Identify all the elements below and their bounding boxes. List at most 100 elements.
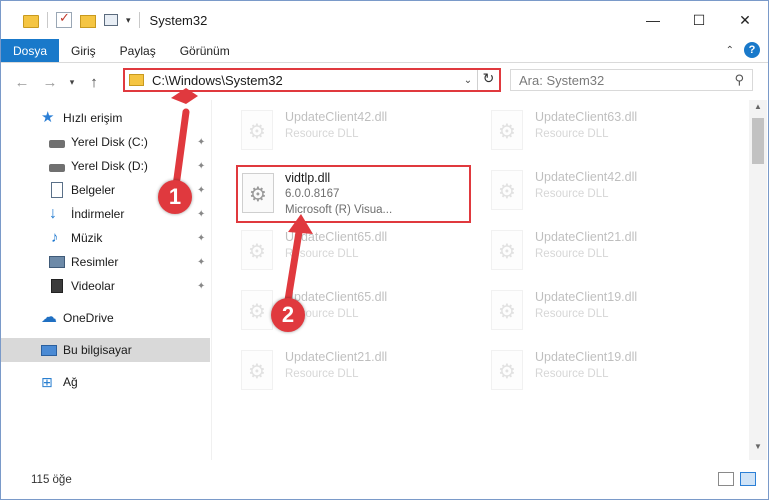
help-icon[interactable]: ? [744,42,760,58]
new-folder-icon[interactable] [80,14,96,28]
scrollbar-thumb[interactable] [752,118,764,164]
window-title: System32 [149,12,208,28]
status-bar: 115 öğe [1,461,768,499]
toolbar-divider [47,12,48,28]
forward-button[interactable]: → [39,74,61,91]
vertical-scrollbar[interactable]: ▲ ▼ [749,100,767,460]
customize-toolbar-dropdown[interactable]: ▾ [126,15,131,26]
sidebar-item-label: Müzik [71,231,103,245]
explorer-window: ▾ System32 — ☐ ✕ Dosya Giriş Paylaş Görü… [0,0,769,500]
pin-icon[interactable]: ✦ [197,209,205,220]
pin-icon[interactable]: ✦ [197,233,205,244]
sidebar-item-label: Yerel Disk (C:) [71,135,148,149]
sidebar-item-label: Hızlı erişim [63,111,123,125]
properties-icon[interactable] [104,14,118,26]
highlighted-file-vidtlp[interactable]: vidtlp.dll 6.0.0.8167 Microsoft (R) Visu… [236,165,471,223]
file-tile[interactable]: UpdateClient65.dll Resource DLL [233,282,473,336]
file-tile[interactable]: UpdateClient21.dll Resource DLL [233,342,473,396]
ribbon-controls: ⌃ ? [726,42,760,58]
navigation-bar: ← → ▾ ↑ C:\Windows\System32 ⌄ ↻ Ara: Sys… [1,64,768,100]
file-name: UpdateClient65.dll [285,290,388,304]
pin-icon[interactable]: ✦ [197,281,205,292]
sidebar-item-this-pc[interactable]: Bu bilgisayar [1,338,210,362]
dll-file-icon [241,230,273,270]
folder-icon [129,74,144,86]
computer-icon [41,344,57,356]
folder-icon[interactable] [23,14,39,28]
file-version: 6.0.0.8167 [285,188,340,200]
file-name: UpdateClient21.dll [285,350,388,364]
file-type: Resource DLL [285,128,359,140]
details-view-icon[interactable] [718,472,734,486]
tab-file[interactable]: Dosya [1,39,59,62]
minimize-button[interactable]: — [630,1,676,39]
dll-file-icon [491,350,523,390]
star-icon: ★ [41,109,55,126]
sidebar-item-label: Bu bilgisayar [63,343,132,357]
pin-icon[interactable]: ✦ [197,137,205,148]
file-tile[interactable]: UpdateClient19.dll Resource DLL [483,282,723,336]
file-type: Resource DLL [535,308,609,320]
music-icon: ♪ [51,229,59,246]
search-icon[interactable]: ⚲ [734,72,744,88]
file-name: UpdateClient21.dll [535,230,638,244]
address-bar[interactable]: C:\Windows\System32 ⌄ ↻ [123,68,501,92]
tab-home[interactable]: Giriş [59,39,108,62]
file-type: Resource DLL [535,188,609,200]
pictures-icon [49,256,65,268]
file-name: UpdateClient19.dll [535,350,638,364]
sidebar-item-network[interactable]: ⊞ Ağ [1,370,210,394]
close-button[interactable]: ✕ [722,1,768,39]
file-tile[interactable]: UpdateClient19.dll Resource DLL [483,342,723,396]
file-tile[interactable]: UpdateClient63.dll Resource DLL [483,102,723,156]
file-tile[interactable]: UpdateClient42.dll Resource DLL [233,102,473,156]
dll-file-icon [491,170,523,210]
tiles-view-icon[interactable] [740,472,756,486]
toolbar-divider [138,12,140,28]
sidebar-item-label: OneDrive [63,311,114,325]
sidebar-item-videos[interactable]: Videolar ✦ [1,274,210,298]
dll-file-icon [491,230,523,270]
tab-view[interactable]: Görünüm [168,39,242,62]
sidebar-item-onedrive[interactable]: ☁ OneDrive [1,306,210,330]
file-type: Resource DLL [535,248,609,260]
file-tile[interactable]: UpdateClient42.dll Resource DLL [483,162,723,216]
dll-file-icon [241,110,273,150]
videos-icon [51,279,63,293]
properties-check-icon[interactable] [56,10,72,28]
sidebar-item-music[interactable]: ♪ Müzik ✦ [1,226,210,250]
item-count: 115 öğe [31,474,72,486]
file-name: UpdateClient19.dll [535,290,638,304]
dll-file-icon [241,290,273,330]
scroll-down-icon[interactable]: ▼ [749,442,767,458]
pin-icon[interactable]: ✦ [197,185,205,196]
address-dropdown-button[interactable]: ⌄ [459,75,477,86]
sidebar-item-label: Belgeler [71,183,116,197]
navigation-pane: ★ Hızlı erişim Yerel Disk (C:) ✦ Yerel D… [1,100,212,460]
scroll-up-icon[interactable]: ▲ [749,102,767,118]
file-tile[interactable]: UpdateClient65.dll Resource DLL [233,222,473,276]
sidebar-item-local-disk-d[interactable]: Yerel Disk (D:) ✦ [1,154,210,178]
expand-ribbon-icon[interactable]: ⌃ [726,45,734,56]
back-button[interactable]: ← [11,74,33,91]
title-bar: ▾ System32 — ☐ ✕ [1,1,768,39]
file-name: UpdateClient65.dll [285,230,388,244]
refresh-button[interactable]: ↻ [477,70,499,90]
sidebar-item-label: Resimler [71,255,119,269]
address-path[interactable]: C:\Windows\System32 [152,73,459,88]
tab-share[interactable]: Paylaş [108,39,168,62]
recent-locations-button[interactable]: ▾ [65,77,79,88]
search-input[interactable]: Ara: System32 ⚲ [510,69,753,91]
file-description: Microsoft (R) Visua... [285,204,393,216]
pin-icon[interactable]: ✦ [197,161,205,172]
cloud-icon: ☁ [41,309,57,326]
disk-icon [49,164,65,172]
sidebar-item-quick-access[interactable]: ★ Hızlı erişim [1,106,210,130]
sidebar-item-local-disk-c[interactable]: Yerel Disk (C:) ✦ [1,130,210,154]
up-button[interactable]: ↑ [83,74,105,91]
sidebar-item-pictures[interactable]: Resimler ✦ [1,250,210,274]
maximize-button[interactable]: ☐ [676,1,722,39]
pin-icon[interactable]: ✦ [197,257,205,268]
file-tile[interactable]: UpdateClient21.dll Resource DLL [483,222,723,276]
file-name: UpdateClient63.dll [535,110,638,124]
